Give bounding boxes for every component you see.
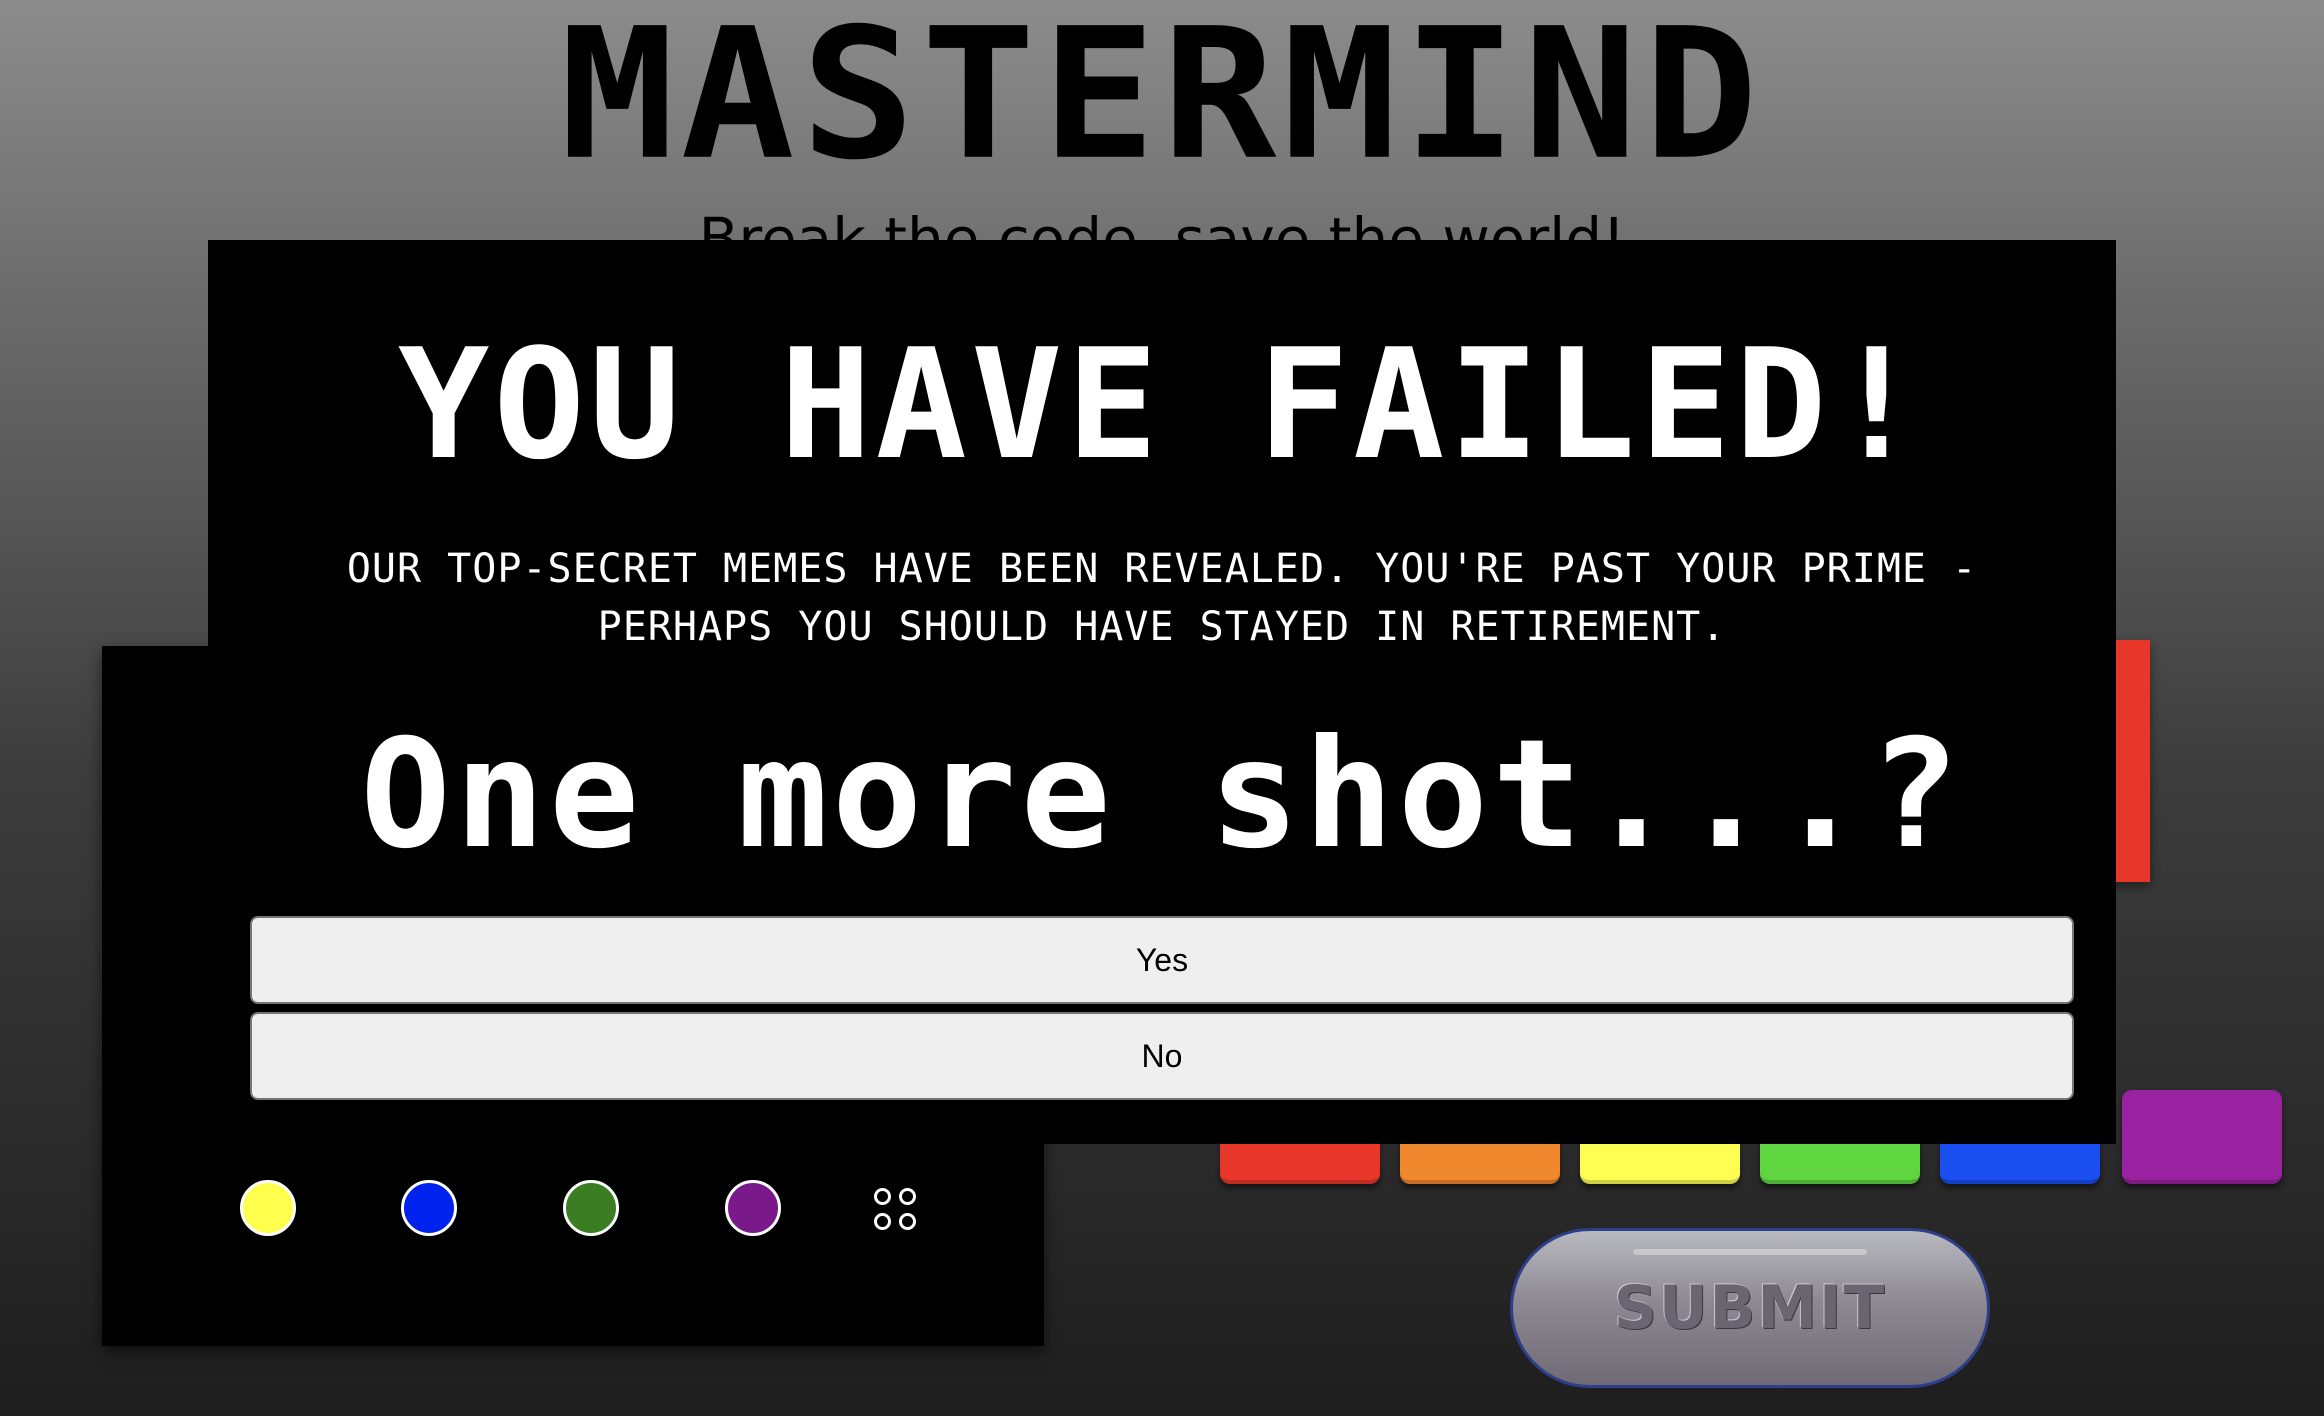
yes-button[interactable]: Yes	[250, 916, 2074, 1004]
submit-button[interactable]: SUBMIT	[1510, 1228, 1990, 1388]
page-title: MASTERMIND	[560, 0, 1764, 200]
modal-question: One more shot...?	[360, 708, 1964, 882]
modal-message: OUR TOP-SECRET MEMES HAVE BEEN REVEALED.…	[346, 546, 1978, 650]
submit-shine	[1633, 1249, 1867, 1255]
no-button[interactable]: No	[250, 1012, 2074, 1100]
submit-label: SUBMIT	[1613, 1273, 1887, 1343]
four-circles-icon	[874, 1188, 920, 1234]
game-over-modal: YOU HAVE FAILED! OUR TOP-SECRET MEMES HA…	[208, 240, 2116, 1144]
peg-blue[interactable]	[401, 1180, 457, 1236]
yes-button-label: Yes	[1135, 941, 1189, 978]
modal-heading: YOU HAVE FAILED!	[397, 316, 1927, 493]
peg-green[interactable]	[563, 1180, 619, 1236]
palette-purple-swatch[interactable]	[2122, 1090, 2282, 1184]
peg-yellow[interactable]	[240, 1180, 296, 1236]
peg-purple[interactable]	[725, 1180, 781, 1236]
no-button-label: No	[1141, 1037, 1183, 1074]
